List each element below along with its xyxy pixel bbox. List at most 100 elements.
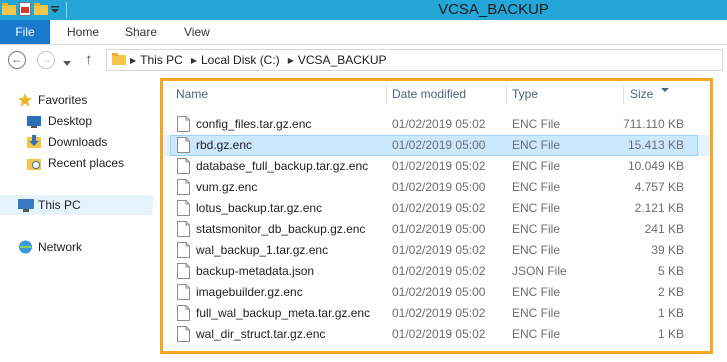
- desktop-icon: [27, 114, 41, 134]
- file-name: lotus_backup.tar.gz.enc: [196, 201, 323, 215]
- file-type: ENC File: [512, 222, 561, 236]
- chevron-down-icon: [63, 61, 71, 66]
- file-type: ENC File: [512, 285, 561, 299]
- file-size: 15.413 KB: [627, 138, 684, 152]
- navigation-pane: Favorites Desktop Downloads Recent place…: [0, 80, 155, 362]
- file-type: ENC File: [512, 327, 561, 341]
- file-name: database_full_backup.tar.gz.enc: [196, 159, 369, 173]
- title-bar: VCSA_BACKUP: [0, 0, 727, 20]
- computer-icon: [18, 198, 34, 218]
- sidebar-item-recent-places[interactable]: Recent places: [0, 153, 153, 173]
- file-date: 01/02/2019 05:02: [392, 243, 486, 257]
- file-icon: [177, 158, 190, 174]
- column-header-type[interactable]: Type: [512, 81, 538, 107]
- breadcrumb-this-pc[interactable]: This PC: [140, 53, 183, 67]
- file-date: 01/02/2019 05:02: [392, 327, 486, 341]
- file-row[interactable]: wal_backup_1.tar.gz.enc 01/02/2019 05:02 E…: [163, 240, 710, 261]
- sidebar-item-desktop[interactable]: Desktop: [0, 111, 153, 131]
- tab-view[interactable]: View: [184, 20, 210, 44]
- sidebar-item-network[interactable]: Network: [0, 237, 153, 257]
- file-date: 01/02/2019 05:00: [392, 285, 486, 299]
- file-name: vum.gz.enc: [196, 180, 258, 194]
- sidebar-item-label: This PC: [38, 198, 81, 212]
- file-date: 01/02/2019 05:02: [392, 201, 486, 215]
- column-divider[interactable]: [506, 84, 507, 104]
- file-size: 2.121 KB: [634, 201, 684, 215]
- arrow-right-icon: →: [40, 52, 52, 66]
- folder-icon: [112, 52, 126, 68]
- file-row[interactable]: lotus_backup.tar.gz.enc 01/02/2019 05:02 E…: [163, 198, 710, 219]
- sidebar-item-downloads[interactable]: Downloads: [0, 132, 153, 152]
- file-type: ENC File: [512, 201, 561, 215]
- file-icon: [177, 242, 190, 258]
- sort-arrow-icon: [661, 82, 669, 96]
- file-row[interactable]: backup-metadata.json 01/02/2019 05:02 JSON…: [163, 261, 710, 282]
- sidebar-item-label: Network: [38, 240, 83, 254]
- sidebar-item-label: Favorites: [38, 93, 88, 107]
- forward-button[interactable]: →: [37, 51, 55, 69]
- address-bar[interactable]: ▶ This PC ▶ Local Disk (C:) ▶ VCSA_BACKU…: [106, 49, 723, 71]
- tab-share[interactable]: Share: [125, 20, 157, 44]
- file-type: ENC File: [512, 117, 561, 131]
- file-icon: [177, 116, 190, 132]
- breadcrumb-local-disk[interactable]: Local Disk (C:): [201, 53, 280, 67]
- file-type: ENC File: [512, 159, 561, 173]
- file-name: full_wal_backup_meta.tar.gz.enc: [196, 306, 371, 320]
- recent-locations-button[interactable]: [63, 56, 71, 70]
- file-icon: [177, 221, 190, 237]
- file-size: 1 KB: [657, 327, 684, 341]
- file-row[interactable]: database_full_backup.tar.gz.enc 01/02/201…: [163, 156, 710, 177]
- column-header-size[interactable]: Size: [630, 81, 653, 107]
- breadcrumb-separator-icon[interactable]: ▶: [191, 56, 197, 65]
- column-header-name[interactable]: Name: [176, 81, 208, 107]
- file-type: ENC File: [512, 243, 561, 257]
- sidebar-item-this-pc[interactable]: This PC: [0, 195, 153, 215]
- file-row[interactable]: vum.gz.enc 01/02/2019 05:00 ENC File 4.757 …: [163, 177, 710, 198]
- file-name: statsmonitor_db_backup.gz.enc: [196, 222, 366, 236]
- navigation-bar: ← → ↑ ▶ This PC ▶ Local Disk (C:) ▶ VCSA…: [0, 47, 727, 75]
- file-size: 241 KB: [644, 222, 684, 236]
- file-name: wal_dir_struct.tar.gz.enc: [196, 327, 326, 341]
- file-size: 1 KB: [657, 306, 684, 320]
- column-divider[interactable]: [623, 84, 624, 104]
- column-divider[interactable]: [386, 84, 387, 104]
- file-icon: [177, 200, 190, 216]
- file-date: 01/02/2019 05:00: [392, 180, 486, 194]
- file-date: 01/02/2019 05:02: [392, 117, 486, 131]
- file-row[interactable]: imagebuilder.gz.enc 01/02/2019 05:00 ENC F…: [163, 282, 710, 303]
- breadcrumb-separator-icon[interactable]: ▶: [288, 56, 294, 65]
- file-date: 01/02/2019 05:02: [392, 264, 486, 278]
- file-icon: [177, 326, 190, 342]
- up-button[interactable]: ↑: [85, 51, 93, 68]
- file-icon: [177, 305, 190, 321]
- file-name: rbd.gz.enc: [196, 138, 253, 152]
- recent-places-icon: [27, 156, 41, 176]
- file-row[interactable]: statsmonitor_db_backup.gz.enc 01/02/2019 …: [163, 219, 710, 240]
- file-size: 39 KB: [651, 243, 684, 257]
- file-date: 01/02/2019 05:02: [392, 306, 486, 320]
- sidebar-item-favorites[interactable]: Favorites: [0, 90, 153, 110]
- tab-home[interactable]: Home: [67, 20, 99, 44]
- breadcrumb-separator-icon[interactable]: ▶: [130, 56, 136, 65]
- file-size: 5 KB: [657, 264, 684, 278]
- sidebar-item-label: Recent places: [48, 156, 125, 170]
- back-button[interactable]: ←: [8, 51, 26, 69]
- column-header-date[interactable]: Date modified: [392, 81, 466, 107]
- file-size: 10.049 KB: [627, 159, 684, 173]
- file-row[interactable]: rbd.gz.enc 01/02/2019 05:00 ENC File 15.413…: [163, 135, 710, 156]
- file-row[interactable]: config_files.tar.gz.enc 01/02/2019 05:02 E…: [163, 114, 710, 135]
- file-row[interactable]: wal_dir_struct.tar.gz.enc 01/02/2019 05:0…: [163, 324, 710, 345]
- downloads-icon: [27, 135, 41, 155]
- breadcrumb-vcsa-backup[interactable]: VCSA_BACKUP: [298, 53, 387, 67]
- network-icon: [18, 240, 33, 260]
- tab-file[interactable]: File: [0, 20, 50, 44]
- file-name: imagebuilder.gz.enc: [196, 285, 303, 299]
- file-size: 2 KB: [657, 285, 684, 299]
- arrow-left-icon: ←: [11, 52, 23, 66]
- file-icon: [177, 263, 190, 279]
- file-icon: [177, 179, 190, 195]
- file-date: 01/02/2019 05:00: [392, 222, 486, 236]
- file-date: 01/02/2019 05:02: [392, 159, 486, 173]
- column-header-row: Name Date modified Type Size: [163, 81, 710, 107]
- file-row[interactable]: full_wal_backup_meta.tar.gz.enc 01/02/201…: [163, 303, 710, 324]
